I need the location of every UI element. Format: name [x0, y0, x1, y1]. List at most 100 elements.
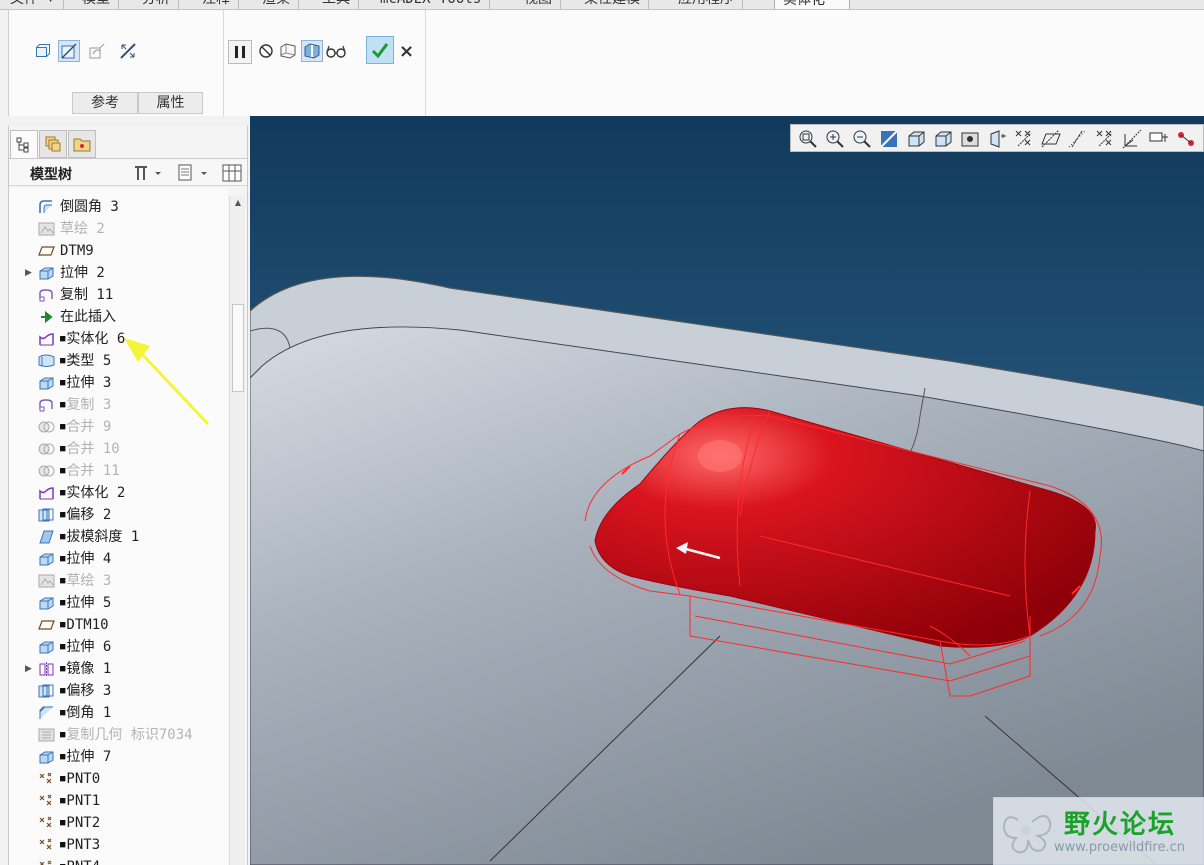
tree-node[interactable]: ■DTM10	[9, 614, 228, 636]
zoom-in-icon[interactable]	[824, 128, 846, 150]
csys-display-icon[interactable]	[1121, 128, 1143, 150]
chamfer-icon	[38, 705, 55, 721]
model-view	[250, 116, 1204, 865]
tree-node-text: 倒角 1	[66, 705, 112, 721]
refit-icon[interactable]	[797, 128, 819, 150]
extrude-icon	[38, 265, 55, 281]
tree-node-text: 拔模斜度 1	[66, 529, 140, 545]
menu-tab-flexible[interactable]: 柔性建模	[576, 0, 649, 9]
plane-display-icon[interactable]	[1040, 128, 1062, 150]
confirm-button[interactable]	[366, 36, 394, 64]
repaint-icon[interactable]	[878, 128, 900, 150]
menu-tab-file[interactable]: 文件 ▾	[2, 0, 64, 9]
cut-material-icon[interactable]	[58, 40, 80, 62]
expand-arrow-icon[interactable]: ▶	[25, 262, 35, 284]
tree-show-button[interactable]	[177, 164, 209, 182]
tree-node[interactable]: ■草绘 3	[9, 570, 228, 592]
tree-node[interactable]: ■类型 5	[9, 350, 228, 372]
scroll-up-arrow[interactable]: ▲	[230, 196, 246, 210]
tree-node[interactable]: ■拉伸 5	[9, 592, 228, 614]
tab-properties[interactable]: 属性	[138, 92, 203, 114]
pause-icon[interactable]	[228, 40, 252, 64]
datum-plane-icon	[38, 243, 55, 259]
tree-node[interactable]: ■PNT2	[9, 812, 228, 834]
scroll-thumb[interactable]	[232, 304, 244, 392]
datum-plane-icon	[38, 617, 55, 633]
tree-node[interactable]: ■PNT1	[9, 790, 228, 812]
suppressed-marker-icon: ■	[60, 356, 66, 366]
tree-node[interactable]: ■PNT4	[9, 856, 228, 865]
graphics-window[interactable]: 野火论坛 www.proewildfire.cn	[250, 116, 1204, 865]
tree-columns-button[interactable]	[221, 163, 243, 183]
tree-node[interactable]: ■PNT3	[9, 834, 228, 856]
tree-node[interactable]: ■复制 3	[9, 394, 228, 416]
geometry-preview-icon[interactable]	[277, 40, 299, 62]
tree-settings-button[interactable]	[132, 164, 162, 182]
tree-node[interactable]: DTM9	[9, 240, 228, 262]
tree-node[interactable]: ■复制几何 标识7034	[9, 724, 228, 746]
tree-node[interactable]: 倒圆角 3	[9, 196, 228, 218]
tree-node[interactable]: ■偏移 2	[9, 504, 228, 526]
tree-node[interactable]: ■拉伸 7	[9, 746, 228, 768]
surface-patch-icon[interactable]	[86, 40, 108, 62]
tree-node[interactable]: ■拉伸 4	[9, 548, 228, 570]
tree-node[interactable]: ▶ ■镜像 1	[9, 658, 228, 680]
perspective-icon[interactable]	[986, 128, 1008, 150]
tree-node-text: 实体化 2	[66, 485, 126, 501]
solid-body-icon[interactable]	[31, 40, 53, 62]
tree-node[interactable]: 草绘 2	[9, 218, 228, 240]
suppressed-marker-icon: ■	[60, 576, 66, 586]
tree-node[interactable]: ■偏移 3	[9, 680, 228, 702]
model-tree[interactable]: 倒圆角 3 草绘 2 DTM9 ▶ 拉伸 2 复制 11 在此插入 ■实体化 6 ■类型 5 ■拉…	[9, 188, 228, 865]
watermark-title: 野火论坛	[1064, 810, 1177, 840]
expand-arrow-icon[interactable]: ▶	[25, 658, 35, 680]
view-manager-icon[interactable]	[959, 128, 981, 150]
tree-node[interactable]: ■合并 9	[9, 416, 228, 438]
display-style-icon[interactable]	[905, 128, 927, 150]
tree-node-text: 草绘 2	[60, 221, 105, 237]
tree-node[interactable]: ■合并 10	[9, 438, 228, 460]
datum-display-icon[interactable]	[1013, 128, 1035, 150]
tab-references[interactable]: 参考	[72, 92, 138, 114]
tree-scrollbar[interactable]: ▲	[229, 196, 245, 865]
no-preview-icon[interactable]	[255, 40, 277, 62]
favorites-tab[interactable]	[68, 130, 96, 158]
menu-tab-analysis[interactable]: 分析	[134, 0, 179, 9]
tree-node[interactable]: 复制 11	[9, 284, 228, 306]
sketch-icon	[38, 573, 55, 589]
tree-node[interactable]: ■PNT0	[9, 768, 228, 790]
tree-node-text: 在此插入	[60, 309, 116, 325]
saved-views-icon[interactable]	[932, 128, 954, 150]
tree-node-label: ■PNT3	[60, 834, 100, 856]
tree-node[interactable]: ■拔模斜度 1	[9, 526, 228, 548]
menu-tab-solidify[interactable]: 实体化	[774, 0, 850, 9]
feature-preview-icon[interactable]	[301, 40, 323, 62]
menu-tab-tools[interactable]: 工具	[314, 0, 359, 9]
tree-node[interactable]: ■倒角 1	[9, 702, 228, 724]
menu-tab-model[interactable]: 模型	[74, 0, 119, 9]
layer-tree-tab[interactable]	[39, 130, 67, 158]
tree-node[interactable]: ■实体化 6	[9, 328, 228, 350]
tree-node[interactable]: ■拉伸 6	[9, 636, 228, 658]
tree-node[interactable]: 在此插入	[9, 306, 228, 328]
annotation-display-icon[interactable]	[1148, 128, 1170, 150]
tree-node[interactable]: ■实体化 2	[9, 482, 228, 504]
model-tree-icon	[16, 137, 29, 152]
menu-tab-view[interactable]: 视图	[516, 0, 561, 9]
tree-node[interactable]: ▶ 拉伸 2	[9, 262, 228, 284]
cancel-button[interactable]: ×	[399, 41, 414, 62]
tree-node[interactable]: ■合并 11	[9, 460, 228, 482]
spin-center-icon[interactable]	[1175, 128, 1197, 150]
point-display-icon[interactable]	[1094, 128, 1116, 150]
menu-tab-render[interactable]: 渲染	[254, 0, 299, 9]
merge-icon	[38, 419, 55, 435]
menu-tab-annotate[interactable]: 注释	[194, 0, 239, 9]
axis-display-icon[interactable]	[1067, 128, 1089, 150]
flip-direction-icon[interactable]	[117, 40, 139, 62]
zoom-out-icon[interactable]	[851, 128, 873, 150]
menu-tab-mcadex[interactable]: mcADEX Tools	[372, 0, 491, 9]
model-tree-tab[interactable]	[10, 130, 38, 158]
menu-tab-applications[interactable]: 应用程序	[670, 0, 743, 9]
verify-glasses-icon[interactable]	[325, 40, 347, 62]
tree-node[interactable]: ■拉伸 3	[9, 372, 228, 394]
